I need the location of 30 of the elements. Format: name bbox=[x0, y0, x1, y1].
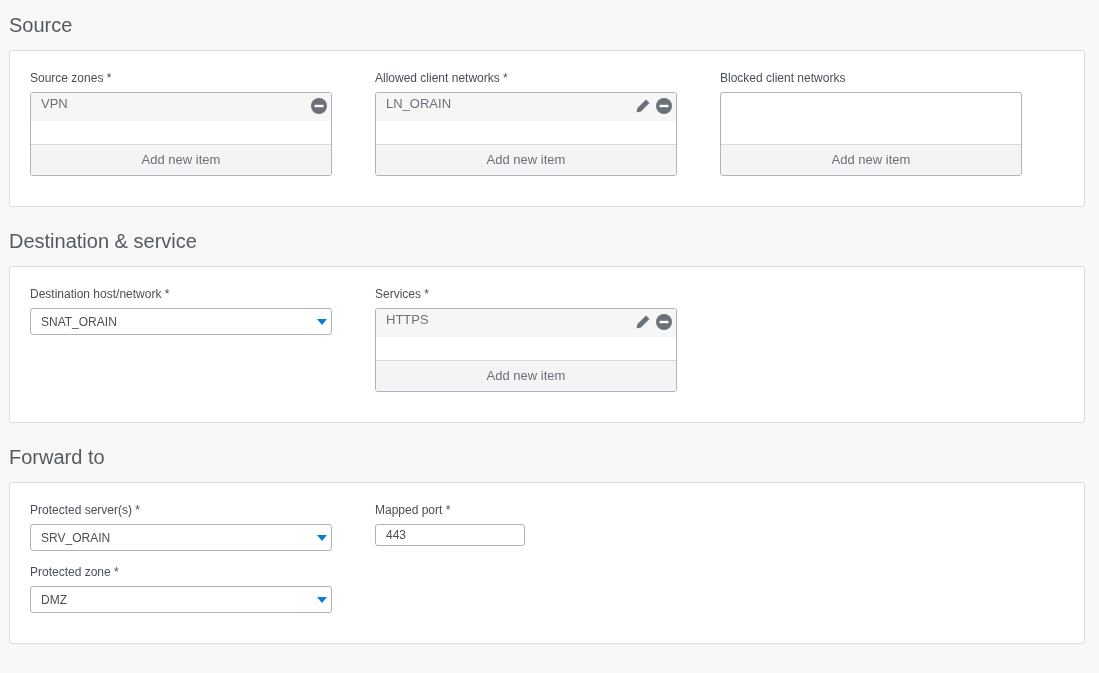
caret-icon bbox=[317, 318, 327, 325]
remove-icon[interactable] bbox=[656, 314, 672, 330]
caret-icon bbox=[317, 534, 327, 541]
caret-icon bbox=[317, 596, 327, 603]
field-label: Protected zone * bbox=[30, 564, 120, 580]
dropdown[interactable]: DMZ bbox=[30, 586, 332, 613]
field-label: Mapped port * bbox=[375, 502, 452, 518]
add-item-button[interactable]: Add new item bbox=[31, 144, 331, 175]
remove-icon[interactable] bbox=[311, 98, 327, 114]
add-item-button[interactable]: Add new item bbox=[376, 360, 676, 391]
list-item[interactable]: VPN bbox=[31, 93, 331, 121]
field-label: Allowed client networks * bbox=[375, 70, 509, 86]
add-item-button[interactable]: Add new item bbox=[721, 144, 1021, 175]
list-item[interactable]: LN_ORAIN bbox=[376, 93, 676, 121]
pencil-icon[interactable] bbox=[635, 314, 651, 330]
text-field[interactable]: 443 bbox=[375, 524, 525, 546]
dropdown[interactable]: SRV_ORAIN bbox=[30, 524, 332, 551]
list-item[interactable]: HTTPS bbox=[376, 309, 676, 337]
field-label: Blocked client networks bbox=[720, 70, 847, 86]
section-heading: Forward to bbox=[9, 445, 106, 470]
section-heading: Destination & service bbox=[9, 229, 198, 254]
field-label: Protected server(s) * bbox=[30, 502, 142, 518]
field-label: Destination host/network * bbox=[30, 286, 171, 302]
field-label: Source zones * bbox=[30, 70, 113, 86]
dropdown[interactable]: SNAT_ORAIN bbox=[30, 308, 332, 335]
remove-icon[interactable] bbox=[656, 98, 672, 114]
field-label: Services * bbox=[375, 286, 431, 302]
section-heading: Source bbox=[9, 13, 74, 38]
add-item-button[interactable]: Add new item bbox=[376, 144, 676, 175]
pencil-icon[interactable] bbox=[635, 98, 651, 114]
